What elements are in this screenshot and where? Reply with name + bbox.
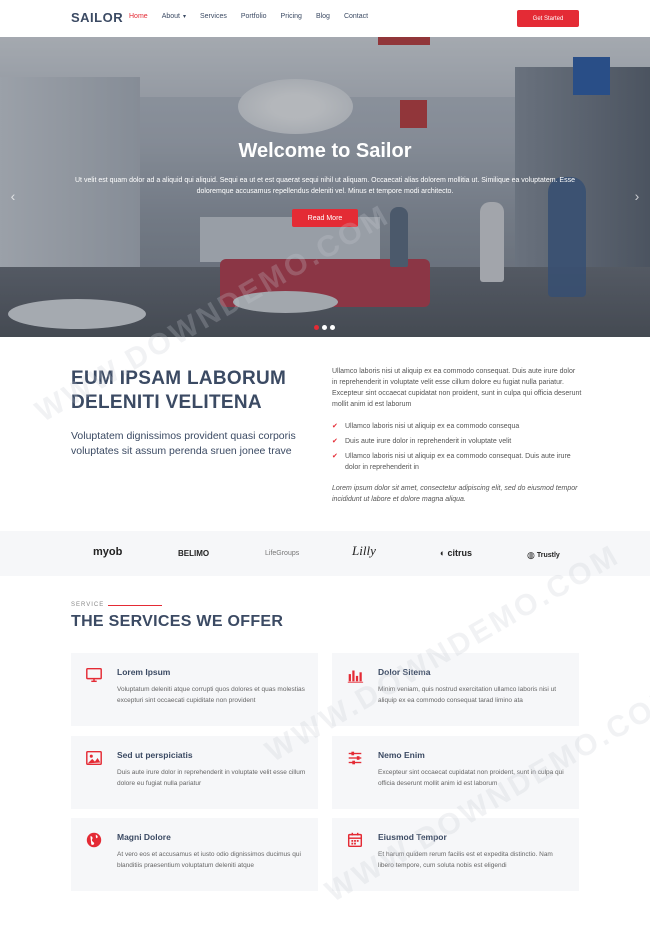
chevron-down-icon: ▾ [182,14,186,20]
nav-blog[interactable]: Blog [316,13,330,20]
section-title: THE SERVICES WE OFFER [71,613,284,630]
client-logo-belimo[interactable]: BELIMO [178,549,209,558]
trustly-icon: ◍ [527,550,535,560]
slider-dot[interactable] [314,325,319,330]
hero-slider: Welcome to Sailor Ut velit est quam dolo… [0,37,650,337]
slider-dot[interactable] [322,325,327,330]
service-text: Voluptatum deleniti atque corrupti quos … [117,686,305,704]
client-logo-lifegroups[interactable]: LifeGroups [265,550,299,557]
section-divider [108,605,162,606]
check-double-icon: ✔ [332,423,338,430]
service-card[interactable]: Magni Dolore At vero eos et accusamus et… [71,818,318,891]
service-title: Nemo Enim [378,750,425,760]
main-nav: Home About ▾ Services Portfolio Pricing B… [129,13,382,20]
list-item: ✔ Duis aute irure dolor in reprehenderit … [332,436,582,447]
check-text: Ullamco laboris nisi ut aliquip ex ea co… [345,453,571,471]
section-label: SERVICE [71,602,105,608]
client-logo-trustly-label: Trustly [536,552,560,559]
monitor-icon [86,667,102,683]
client-logo-myob[interactable]: myob [93,546,122,558]
service-title: Lorem Ipsum [117,667,171,677]
client-logo-citrus-label: citrus [447,548,472,558]
image-icon [86,750,102,766]
check-text: Ullamco laboris nisi ut aliquip ex ea co… [345,423,520,430]
read-more-button[interactable]: Read More [292,209,358,227]
hero-title: Welcome to Sailor [238,140,412,162]
service-title: Eiusmod Tempor [378,832,447,842]
globe-icon [86,832,102,848]
sliders-icon [348,751,362,765]
header: SAILOR Home About ▾ Services Portfolio Pr… [0,0,650,37]
service-text: At vero eos et accusamus et iusto odio d… [117,851,301,869]
list-item: ✔ Ullamco laboris nisi ut aliquip ex ea c… [332,451,582,473]
slider-dot[interactable] [330,325,335,330]
check-double-icon: ✔ [332,438,338,445]
client-logo-lilly[interactable]: Lilly [352,543,376,559]
about-paragraph: Ullamco laboris nisi ut aliquip ex ea co… [332,368,582,408]
client-logo-trustly[interactable]: ◍ Trustly [527,550,560,561]
service-card[interactable]: Sed ut perspiciatis Duis aute irure dolo… [71,736,318,809]
slider-dots [314,325,335,330]
check-double-icon: ✔ [332,453,338,460]
service-card[interactable]: Nemo Enim Excepteur sint occaecat cupida… [332,736,579,809]
citrus-icon: ◐ [440,548,446,558]
chevron-left-icon[interactable]: ‹ [4,187,22,205]
nav-contact[interactable]: Contact [344,13,368,20]
nav-services[interactable]: Services [200,13,227,20]
client-logo-citrus[interactable]: ◐ citrus [440,548,472,558]
nav-about[interactable]: About ▾ [162,13,186,20]
nav-home[interactable]: Home [129,13,148,20]
service-card[interactable]: Dolor Sitema Minim veniam, quis nostrud … [332,653,579,726]
service-text: Duis aute irure dolor in reprehenderit i… [117,769,306,787]
service-text: Excepteur sint occaecat cupidatat non pr… [378,769,564,787]
clients-strip: myob BELIMO LifeGroups Lilly ◐ citrus ◍ Tr… [0,531,650,576]
about-checklist: ✔ Ullamco laboris nisi ut aliquip ex ea c… [332,421,582,477]
service-title: Magni Dolore [117,832,171,842]
about-subtext: Voluptatem dignissimos provident quasi c… [71,430,296,457]
nav-about-label: About [161,13,180,20]
nav-portfolio[interactable]: Portfolio [241,13,267,20]
chevron-right-icon[interactable]: › [628,187,646,205]
about-italic-text: Lorem ipsum dolor sit amet, consectetur … [332,485,578,503]
service-title: Dolor Sitema [378,667,431,677]
hero-text: Ut velit est quam dolor ad a aliquid qui… [75,177,575,195]
site-logo[interactable]: SAILOR [71,10,123,25]
calendar-icon [347,832,363,848]
bar-chart-icon [347,670,364,683]
list-item: ✔ Ullamco laboris nisi ut aliquip ex ea c… [332,421,582,432]
about-heading: EUM IPSAM LABORUM DELENITI VELITENA [71,368,287,413]
service-title: Sed ut perspiciatis [117,750,193,760]
check-text: Duis aute irure dolor in reprehenderit i… [345,438,512,445]
service-card[interactable]: Lorem Ipsum Voluptatum deleniti atque co… [71,653,318,726]
nav-pricing[interactable]: Pricing [281,13,302,20]
service-text: Et harum quidem rerum facilis est et exp… [378,851,553,869]
service-text: Minim veniam, quis nostrud exercitation … [378,686,557,704]
get-started-button[interactable]: Get Started [517,10,579,27]
service-card[interactable]: Eiusmod Tempor Et harum quidem rerum fac… [332,818,579,891]
